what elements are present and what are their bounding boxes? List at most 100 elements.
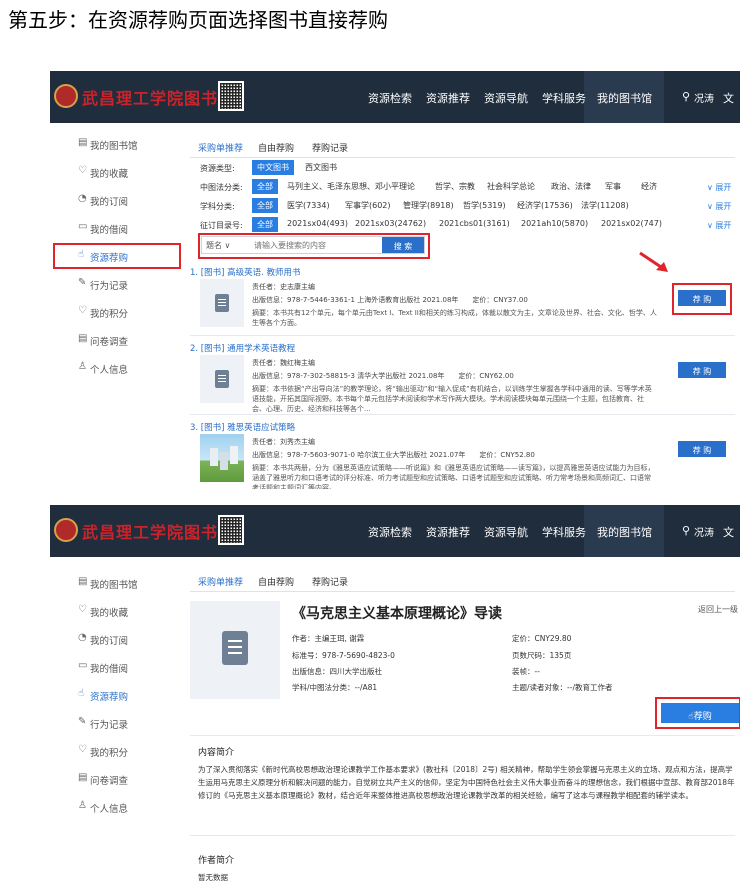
chip-clc-philosophy[interactable]: 哲学、宗教 — [430, 179, 480, 194]
book-item: 3. [图书] 雅思英语应试策略 责任者：刘秀杰主编 出版信息：978-7-56… — [190, 421, 735, 489]
expand-clc[interactable]: ∨ 展开 — [707, 182, 731, 193]
sidebar-item-borrowing[interactable]: ▭ 我的借阅 — [50, 215, 180, 241]
logo-text: 武昌理工学院图书馆 — [82, 89, 236, 108]
chip-clc-military[interactable]: 军事 — [600, 179, 626, 194]
chip-western-books[interactable]: 西文图书 — [300, 160, 342, 175]
nav-resource-recommend[interactable]: 资源推荐 — [426, 90, 470, 106]
nav-subject-service[interactable]: 学科服务 — [542, 524, 586, 540]
nav-resource-search[interactable]: 资源检索 — [368, 90, 412, 106]
recommend-button[interactable]: 荐 购 — [678, 441, 726, 457]
highlight-box-sidebar — [53, 243, 181, 269]
book-icon: ▭ — [78, 660, 88, 671]
book-author: 责任者：刘秀杰主编 — [252, 438, 315, 446]
library-logo[interactable]: 武昌理工学院图书馆 LIBRARY — [54, 83, 234, 111]
chip-subject-management[interactable]: 管理学(8918) — [398, 198, 459, 213]
rss-icon: ◔ — [78, 193, 87, 204]
book-item: 1. [图书] 高级英语. 教师用书 责任者：史志康主编 出版信息：978-7-… — [190, 266, 735, 340]
sidebar-item-favorites[interactable]: ♡ 我的收藏 — [50, 598, 180, 624]
section-divider — [190, 735, 735, 736]
library-logo[interactable]: 武昌理工学院图书馆 LIBRARY — [54, 517, 234, 545]
nav-resource-guide[interactable]: 资源导航 — [484, 524, 528, 540]
school-seal-icon — [54, 84, 78, 108]
detail-author: 作者：主编王珥, 谢霖 — [292, 634, 365, 643]
nav-my-library[interactable]: 我的图书馆 — [597, 90, 652, 106]
chip-catalog-ah10[interactable]: 2021ah10(5870) — [516, 217, 593, 232]
chip-subject-medicine[interactable]: 医学(7334) — [282, 198, 335, 213]
chip-chinese-books[interactable]: 中文图书 — [252, 160, 294, 175]
sidebar-item-survey[interactable]: ▤ 问卷调查 — [50, 327, 180, 353]
book-item: 2. [图书] 通用学术英语教程 责任者：魏红梅主编 出版信息：978-7-30… — [190, 342, 735, 416]
sidebar-item-my-library[interactable]: ▤ 我的图书馆 — [50, 570, 180, 596]
sidebar-item-my-library[interactable]: ▤ 我的图书馆 — [50, 131, 180, 157]
chip-subject-philosophy[interactable]: 哲学(5319) — [458, 198, 511, 213]
expand-subject[interactable]: ∨ 展开 — [707, 201, 731, 212]
sidebar-item-subscriptions[interactable]: ◔ 我的订阅 — [50, 626, 180, 652]
tab-recommend-record[interactable]: 荐购记录 — [312, 137, 348, 157]
detail-isbn: 标准号：978-7-5690-4823-0 — [292, 651, 395, 660]
user-icon: ⚲ — [682, 524, 691, 537]
points-icon: ♡ — [78, 305, 87, 316]
translate-icon[interactable]: 文 — [723, 90, 734, 106]
translate-icon[interactable]: 文 — [723, 524, 734, 540]
book-author: 责任者：魏红梅主编 — [252, 359, 315, 367]
highlight-box-recommend — [672, 283, 732, 315]
book-title-link[interactable]: 1. [图书] 高级英语. 教师用书 — [190, 266, 301, 278]
tab-divider — [190, 157, 735, 158]
chip-clc-all[interactable]: 全部 — [252, 179, 278, 194]
book-title-link[interactable]: 3. [图书] 雅思英语应试策略 — [190, 421, 295, 433]
detail-publisher: 出版信息：四川大学出版社 — [292, 667, 382, 676]
sidebar-item-points[interactable]: ♡ 我的积分 — [50, 299, 180, 325]
tab-free-recommend[interactable]: 自由荐购 — [258, 137, 294, 157]
chip-subject-military[interactable]: 军事学(602) — [340, 198, 396, 213]
expand-catalog[interactable]: ∨ 展开 — [707, 220, 731, 231]
chip-catalog-cbs01[interactable]: 2021cbs01(3161) — [434, 217, 515, 232]
sidebar-item-subscriptions[interactable]: ◔ 我的订阅 — [50, 187, 180, 213]
recommend-button[interactable]: 荐 购 — [678, 362, 726, 378]
heart-icon: ♡ — [78, 165, 87, 176]
chip-clc-economy[interactable]: 经济 — [636, 179, 662, 194]
sidebar-item-borrowing[interactable]: ▭ 我的借阅 — [50, 654, 180, 680]
logo-sub: LIBRARY — [174, 536, 202, 542]
sidebar-item-survey[interactable]: ▤ 问卷调查 — [50, 766, 180, 792]
step-title: 第五步：在资源荐购页面选择图书直接荐购 — [8, 8, 388, 32]
nav-resource-recommend[interactable]: 资源推荐 — [426, 524, 470, 540]
tab-recommend-record[interactable]: 荐购记录 — [312, 571, 348, 591]
intro-body: 为了深入贯彻落实《新时代高校思想政治理论课教学工作基本要求》(教社科〔2018〕… — [198, 765, 735, 800]
sidebar-item-favorites[interactable]: ♡ 我的收藏 — [50, 159, 180, 185]
chip-catalog-all[interactable]: 全部 — [252, 217, 278, 232]
user-icon: ♙ — [78, 800, 87, 811]
sidebar-item-behavior-log[interactable]: ✎ 行为记录 — [50, 271, 180, 297]
chip-catalog-sx04[interactable]: 2021sx04(493) — [282, 217, 353, 232]
sidebar-item-points[interactable]: ♡ 我的积分 — [50, 738, 180, 764]
sidebar-item-recommend[interactable]: ☝ 资源荐购 — [50, 682, 180, 708]
chip-clc-social-science[interactable]: 社会科学总论 — [482, 179, 540, 194]
chip-clc-politics[interactable]: 政治、法律 — [546, 179, 596, 194]
qr-code-icon — [218, 515, 244, 545]
nav-subject-service[interactable]: 学科服务 — [542, 90, 586, 106]
logo-text: 武昌理工学院图书馆 — [82, 523, 236, 542]
chip-subject-all[interactable]: 全部 — [252, 198, 278, 213]
chip-subject-economics[interactable]: 经济学(17536) — [512, 198, 578, 213]
chip-catalog-sx03[interactable]: 2021sx03(24762) — [350, 217, 431, 232]
chip-clc-marxism[interactable]: 马列主义、毛泽东思想、邓小平理论 — [282, 179, 420, 194]
nav-my-library[interactable]: 我的图书馆 — [597, 524, 652, 540]
author-heading: 作者简介 — [198, 856, 235, 866]
user-name[interactable]: 况涛 — [694, 524, 714, 539]
chip-subject-law[interactable]: 法学(11208) — [576, 198, 634, 213]
nav-resource-search[interactable]: 资源检索 — [368, 524, 412, 540]
user-icon: ⚲ — [682, 90, 691, 103]
sidebar-item-profile[interactable]: ♙ 个人信息 — [50, 355, 180, 381]
back-link[interactable]: 返回上一级 — [698, 604, 738, 615]
rss-icon: ◔ — [78, 632, 87, 643]
sidebar-item-behavior-log[interactable]: ✎ 行为记录 — [50, 710, 180, 736]
tab-purchase-list[interactable]: 采购单推荐 — [198, 137, 243, 157]
sidebar-item-profile[interactable]: ♙ 个人信息 — [50, 794, 180, 820]
tab-free-recommend[interactable]: 自由荐购 — [258, 571, 294, 591]
chip-catalog-sx02[interactable]: 2021sx02(747) — [596, 217, 667, 232]
book-title-link[interactable]: 2. [图书] 通用学术英语教程 — [190, 342, 295, 354]
record-icon: ✎ — [78, 716, 87, 727]
thumb-up-icon: ☝ — [78, 688, 85, 699]
nav-resource-guide[interactable]: 资源导航 — [484, 90, 528, 106]
user-name[interactable]: 况涛 — [694, 90, 714, 105]
tab-purchase-list[interactable]: 采购单推荐 — [198, 571, 243, 591]
